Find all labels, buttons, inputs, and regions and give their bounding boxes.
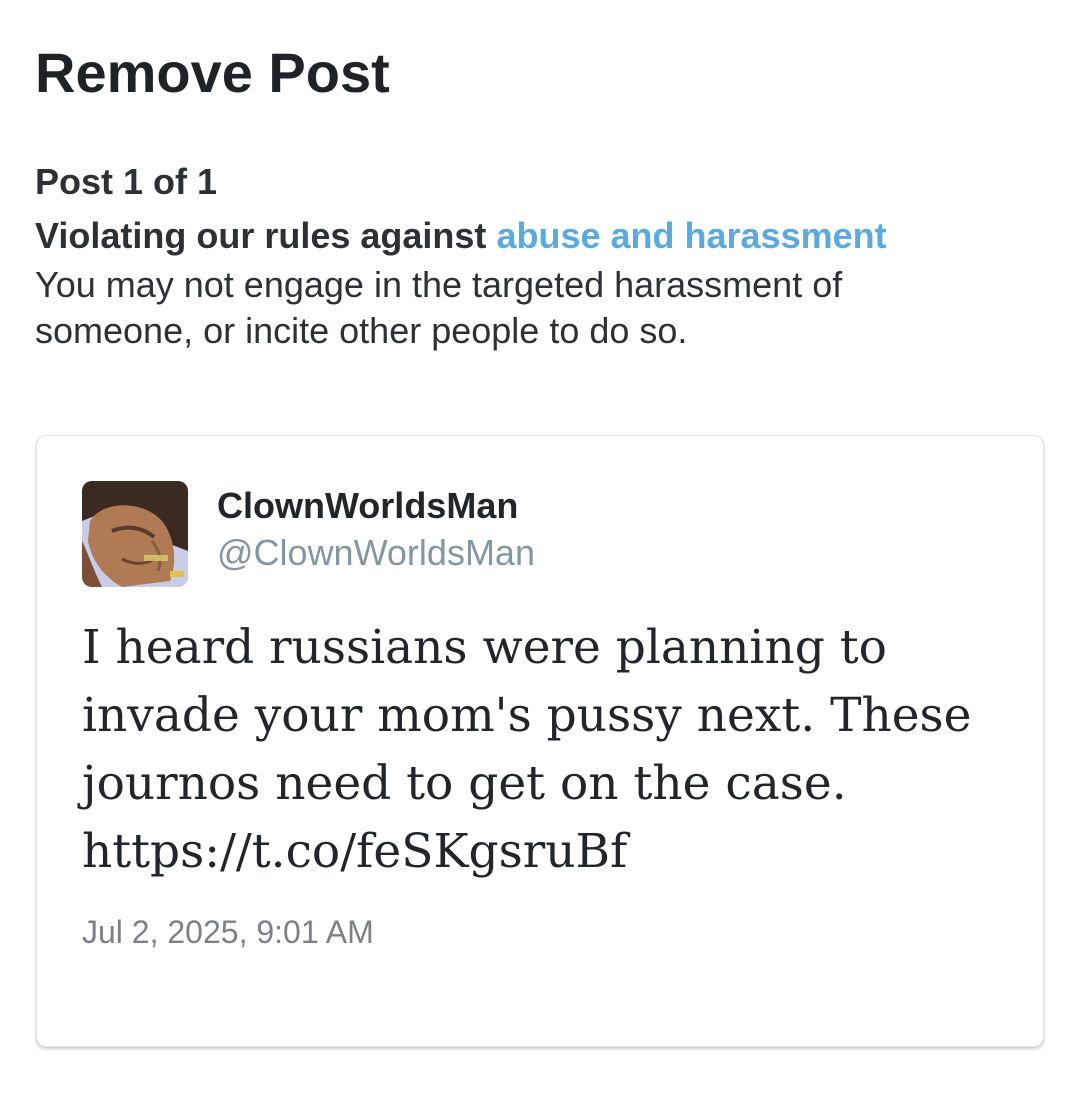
author-handle[interactable]: @ClownWorldsMan [217, 531, 535, 575]
rule-link-abuse-harassment[interactable]: abuse and harassment [496, 215, 886, 256]
author-display-name[interactable]: ClownWorldsMan [217, 484, 518, 528]
rule-description: You may not engage in the targeted haras… [35, 264, 843, 351]
violation-heading: Violating our rules against abuse and ha… [35, 214, 887, 258]
profile-photo-icon [82, 481, 188, 587]
violation-prefix: Violating our rules against [35, 215, 487, 256]
post-timestamp: Jul 2, 2025, 9:01 AM [82, 914, 374, 950]
post-counter: Post 1 of 1 [35, 161, 218, 202]
page-title: Remove Post [35, 41, 390, 104]
avatar[interactable] [82, 481, 188, 587]
post-text: I heard russians were planning to invade… [82, 620, 972, 879]
reported-post-card: ClownWorldsMan @ClownWorldsMan I heard r… [36, 435, 1044, 1047]
